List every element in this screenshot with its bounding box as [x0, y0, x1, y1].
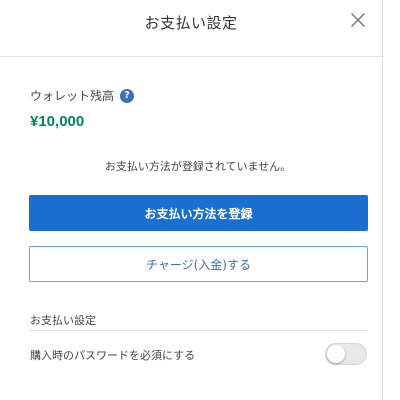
wallet-balance-row: ウォレット残高 ? [30, 87, 135, 104]
wallet-balance-amount: ¥10,000 [30, 113, 85, 130]
panel-header: お支払い設定 [0, 0, 382, 57]
payment-settings-section-title: お支払い設定 [30, 314, 96, 327]
password-required-setting: 購入時のパスワードを必須にする [29, 331, 368, 379]
no-payment-method-message: お支払い方法が登録されていません。 [104, 160, 292, 173]
toggle-knob [327, 345, 345, 363]
close-button[interactable] [348, 10, 368, 30]
help-icon[interactable]: ? [120, 88, 135, 103]
register-payment-method-button[interactable]: お支払い方法を登録 [29, 195, 368, 231]
page-title: お支払い設定 [144, 14, 238, 32]
wallet-balance-label: ウォレット残高 [30, 89, 115, 103]
payment-settings-panel: お支払い設定 ウォレット残高 ? ¥10,000 お支払い方法が登録されていませ… [0, 0, 383, 400]
charge-button[interactable]: チャージ(入金)する [29, 246, 368, 282]
close-icon [351, 13, 365, 27]
password-required-label: 購入時のパスワードを必須にする [30, 349, 196, 362]
password-required-toggle[interactable] [325, 343, 367, 365]
